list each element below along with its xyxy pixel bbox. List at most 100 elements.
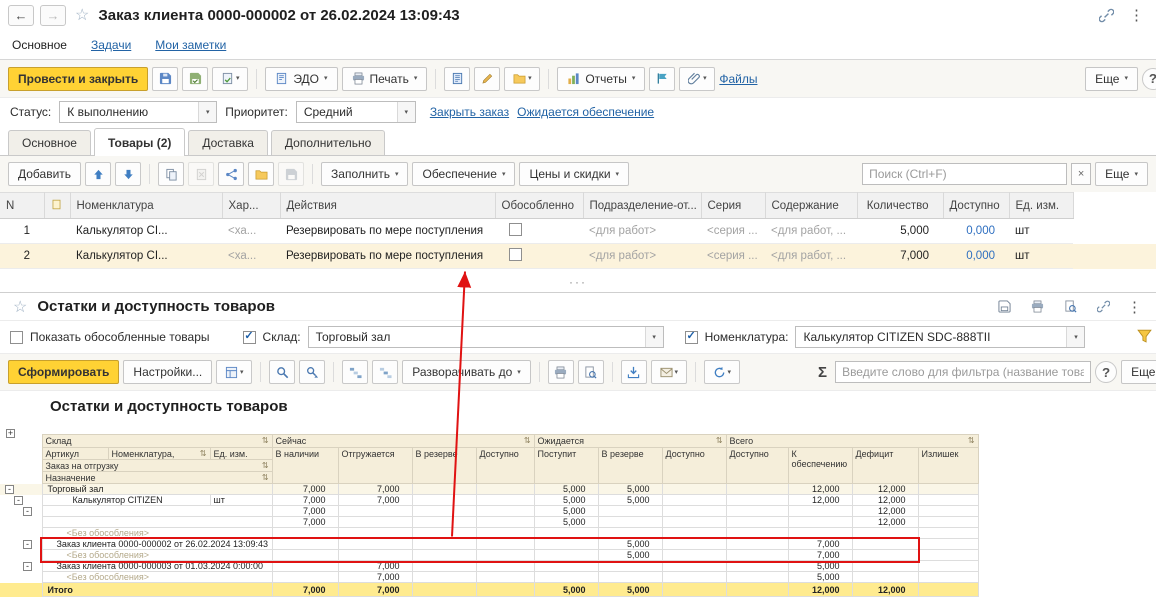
items-row[interactable]: 1 Калькулятор CI... <ха... Резервировать по…	[0, 218, 1156, 244]
header-shipping[interactable]: Отгружается	[337, 447, 413, 484]
chevron-down-icon[interactable]: ▾	[396, 102, 415, 122]
report-row[interactable]: <Без обособления> 5,000 7,000	[0, 549, 979, 561]
fill-button[interactable]: Заполнить ▾	[321, 162, 409, 186]
copy-row-button[interactable]	[158, 162, 185, 186]
nav-tab-tasks[interactable]: Задачи	[91, 38, 131, 52]
available-cell[interactable]: 0,000	[943, 243, 1009, 269]
refresh-button[interactable]: ▾	[703, 360, 740, 384]
move-down-button[interactable]	[115, 162, 142, 186]
settings-button[interactable]: Настройки...	[123, 360, 213, 384]
sort-icon[interactable]: ⇅	[716, 436, 723, 446]
favorite-star-icon[interactable]: ☆	[13, 297, 27, 317]
nomenclature-cell[interactable]: Калькулятор CI...	[70, 243, 222, 269]
items-search-input[interactable]	[863, 167, 1067, 181]
group-header-total[interactable]: Всего ⇅	[725, 434, 979, 448]
clear-search-button[interactable]: ×	[1071, 163, 1092, 185]
tab-main[interactable]: Основное	[8, 130, 91, 155]
group-header-now[interactable]: Сейчас ⇅	[271, 434, 535, 448]
attach-button[interactable]: ▾	[679, 66, 716, 91]
priority-select[interactable]: Средний ▾	[295, 101, 416, 123]
status-select[interactable]: К выполнению ▾	[59, 101, 218, 123]
report-more-button[interactable]: Еще▾	[1121, 360, 1156, 384]
header-incoming[interactable]: Поступит	[533, 447, 599, 484]
send-mail-button[interactable]: ▾	[650, 360, 687, 384]
move-up-button[interactable]	[85, 162, 112, 186]
collapse-icon[interactable]: -	[23, 562, 32, 571]
close-order-link[interactable]: Закрыть заказ	[430, 105, 509, 119]
col-header-department[interactable]: Подразделение-от...	[583, 192, 702, 219]
header-available-total[interactable]: Доступно	[725, 447, 789, 484]
action-cell[interactable]: Резервировать по мере поступления	[280, 218, 495, 244]
delete-row-button[interactable]	[188, 162, 215, 186]
characteristic-cell[interactable]: <ха...	[222, 218, 280, 244]
items-row[interactable]: 2 Калькулятор CI... <ха... Резервировать по…	[0, 243, 1156, 269]
quantity-cell[interactable]: 5,000	[857, 218, 943, 244]
sort-icon[interactable]: ⇅	[524, 436, 531, 446]
report-row[interactable]: - Заказ клиента 0000-000002 от 26.02.2024…	[0, 538, 979, 550]
supply-button[interactable]: Обеспечение ▾	[412, 162, 516, 186]
back-button[interactable]: ←	[8, 4, 34, 26]
report-row[interactable]: <Без обособления>	[0, 527, 979, 539]
report-preview-icon[interactable]	[1057, 295, 1083, 319]
show-separated-checkbox[interactable]	[10, 330, 23, 344]
collapse-icon[interactable]: -	[23, 540, 32, 549]
nav-tab-main[interactable]: Основное	[12, 38, 67, 52]
generate-button[interactable]: Сформировать	[8, 360, 120, 384]
header-surplus[interactable]: Излишек	[917, 447, 979, 484]
items-search[interactable]	[862, 163, 1068, 185]
nav-tab-notes[interactable]: Мои заметки	[155, 38, 226, 52]
header-shipment-order[interactable]: Заказ на отгрузку ⇅	[41, 459, 273, 472]
report-print-button[interactable]	[547, 360, 574, 384]
expand-levels-button[interactable]	[372, 360, 399, 384]
available-cell[interactable]: 0,000	[943, 218, 1009, 244]
help-button[interactable]: ?	[1142, 67, 1156, 90]
report-print-icon[interactable]	[1024, 295, 1050, 319]
row-number-cell[interactable]: 1	[0, 218, 44, 244]
group-header-expected[interactable]: Ожидается ⇅	[533, 434, 727, 448]
col-header-separate[interactable]: Обособленно	[495, 192, 584, 219]
add-row-button[interactable]: Добавить	[8, 162, 82, 186]
sort-icon[interactable]: ⇅	[262, 436, 269, 446]
report-row[interactable]: 7,000 5,000 12,000	[0, 516, 979, 528]
report-link-icon[interactable]	[1090, 295, 1116, 319]
separate-cell[interactable]	[495, 243, 583, 269]
save-button[interactable]	[152, 66, 179, 91]
col-header-characteristic[interactable]: Хар...	[222, 192, 281, 219]
row-marker-cell[interactable]	[44, 218, 70, 244]
col-header-content[interactable]: Содержание	[765, 192, 858, 219]
row-number-cell[interactable]: 2	[0, 243, 44, 269]
tab-goods[interactable]: Товары (2)	[93, 128, 186, 156]
get-link-icon[interactable]	[1093, 3, 1119, 27]
content-cell[interactable]: <для работ, ...	[765, 218, 857, 244]
export-button[interactable]	[620, 360, 647, 384]
header-purpose[interactable]: Назначение ⇅	[41, 471, 273, 484]
collapse-icon[interactable]: -	[5, 485, 14, 494]
post-button[interactable]: ▾	[212, 66, 249, 91]
separate-cell[interactable]	[495, 218, 583, 244]
report-row[interactable]: - Калькулятор CITIZEN шт 7,000 7,000 5,000 5,0…	[0, 494, 979, 506]
tab-delivery[interactable]: Доставка	[188, 130, 268, 155]
tab-additional[interactable]: Дополнительно	[270, 130, 386, 155]
report-row[interactable]: Итого 7,000 7,000 5,000 5,000 12,000 12,000	[0, 582, 979, 597]
prices-button[interactable]: Цены и скидки ▾	[519, 162, 630, 186]
report-row[interactable]: - 7,000 5,000 12,000	[0, 505, 979, 517]
separate-checkbox[interactable]	[509, 223, 522, 236]
chevron-down-icon[interactable]: ▾	[644, 327, 663, 347]
row-marker-cell[interactable]	[44, 243, 70, 269]
sum-sigma-icon[interactable]: Σ	[814, 364, 831, 381]
collapse-icon[interactable]: -	[23, 507, 32, 516]
header-on-hand[interactable]: В наличии	[271, 447, 339, 484]
warehouse-checkbox[interactable]	[242, 330, 256, 344]
reports-button[interactable]: Отчеты ▾	[557, 66, 646, 91]
files-link[interactable]: Файлы	[719, 72, 757, 86]
col-header-quantity[interactable]: Количество	[857, 192, 944, 219]
structure-button[interactable]	[218, 162, 245, 186]
quantity-cell[interactable]: 7,000	[857, 243, 943, 269]
header-unit[interactable]: Ед. изм.	[209, 447, 273, 460]
col-header-available[interactable]: Доступно	[943, 192, 1010, 219]
header-nomenclature[interactable]: Номенклатура, ⇅	[107, 447, 211, 460]
find-button[interactable]	[269, 360, 296, 384]
items-more-button[interactable]: Еще ▾	[1095, 162, 1148, 186]
post-and-close-button[interactable]: Провести и закрыть	[8, 66, 149, 91]
nomenclature-checkbox[interactable]	[684, 330, 698, 344]
